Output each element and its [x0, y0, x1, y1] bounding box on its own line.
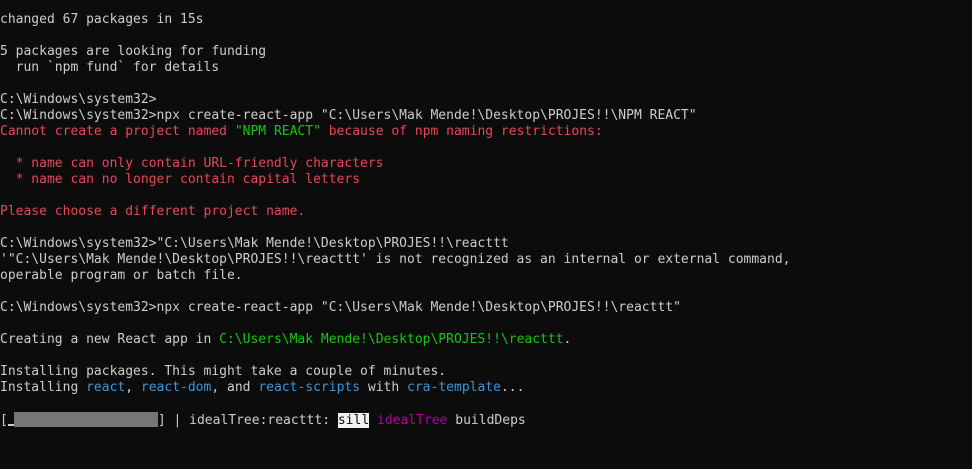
install-text: , and — [211, 380, 259, 395]
package-cra-template: cra-template — [407, 380, 501, 395]
progress-task: idealTree — [377, 413, 448, 428]
install-text: Installing — [0, 380, 87, 395]
output-line-creating-app: Creating a new React app in C:\Users\Mak… — [0, 332, 972, 348]
creating-period: . — [563, 332, 572, 347]
command-line-create-app-1: C:\Windows\system32>npx create-react-app… — [0, 108, 697, 123]
output-line-funding: 5 packages are looking for funding — [0, 44, 267, 59]
install-text: , — [125, 380, 141, 395]
package-react-dom: react-dom — [140, 380, 212, 395]
error-text: Cannot create a project named — [0, 124, 235, 139]
output-line-installing: Installing packages. This might take a c… — [0, 364, 447, 379]
error-bullet-capital-letters: * name can no longer contain capital let… — [0, 172, 361, 187]
output-line-changed: changed 67 packages in 15s — [0, 12, 204, 27]
error-text: because of npm naming restrictions: — [320, 124, 603, 139]
output-line-not-recognized: '"C:\Users\Mak Mende!\Desktop\PROJES!!\r… — [0, 252, 791, 267]
output-line-installing-packages: Installing react, react-dom, and react-s… — [0, 380, 972, 396]
command-line-create-app-2: C:\Windows\system32>npx create-react-app… — [0, 300, 681, 315]
error-line-choose-name: Please choose a different project name. — [0, 204, 306, 219]
progress-bracket-open: [ — [0, 413, 8, 428]
command-line-path: C:\Windows\system32>"C:\Users\Mak Mende!… — [0, 236, 509, 251]
creating-path: C:\Users\Mak Mende!\Desktop\PROJES!!\rea… — [219, 332, 564, 347]
progress-separator: | — [165, 413, 190, 428]
output-line-operable-program: operable program or batch file. — [0, 268, 243, 283]
install-text: ... — [500, 380, 525, 395]
log-level-badge: sill — [337, 413, 370, 428]
package-react: react — [86, 380, 126, 395]
progress-space — [369, 413, 377, 428]
install-text: with — [360, 380, 408, 395]
error-line-naming: Cannot create a project named "NPM REACT… — [0, 124, 972, 140]
progress-bracket-close: ] — [157, 413, 166, 428]
prompt-line: C:\Windows\system32> — [0, 92, 157, 107]
progress-stage: idealTree:reacttt: — [189, 413, 338, 428]
error-project-name: "NPM REACT" — [234, 124, 321, 139]
output-line-funding-hint: run `npm fund` for details — [0, 60, 220, 75]
package-react-scripts: react-scripts — [258, 380, 361, 395]
error-bullet-url-friendly: * name can only contain URL-friendly cha… — [0, 156, 384, 171]
progress-detail: buildDeps — [447, 413, 526, 428]
terminal-output[interactable]: changed 67 packages in 15s 5 packages ar… — [0, 12, 972, 428]
progress-bar — [13, 412, 158, 427]
progress-line: [] | idealTree:reacttt: sill idealTree b… — [0, 412, 972, 428]
creating-text: Creating a new React app in — [0, 332, 220, 347]
